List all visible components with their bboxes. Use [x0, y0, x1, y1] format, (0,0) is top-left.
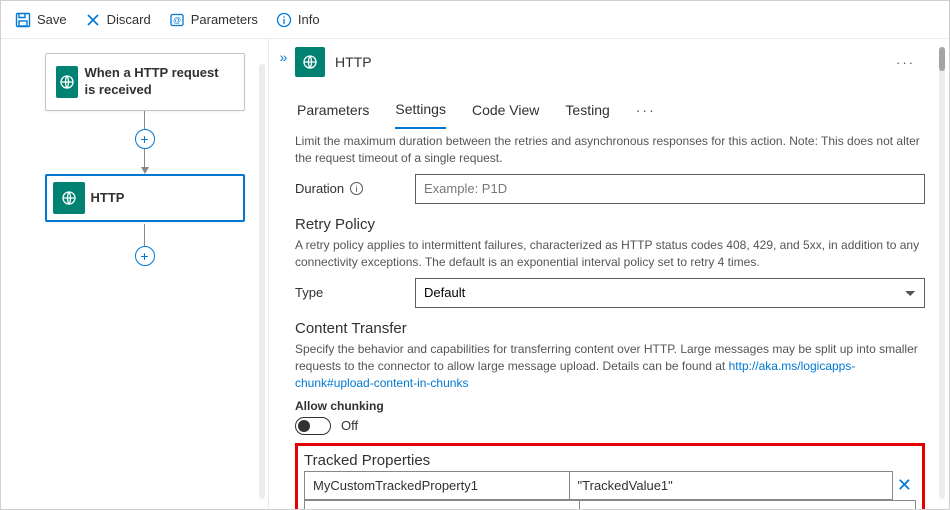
- tracked-properties-heading: Tracked Properties: [304, 452, 916, 469]
- pane-more-menu[interactable]: ···: [896, 55, 925, 70]
- content-transfer-heading: Content Transfer: [295, 320, 925, 337]
- action-timeout-help: Limit the maximum duration between the r…: [295, 133, 925, 168]
- save-button[interactable]: Save: [7, 8, 75, 32]
- connector: +: [31, 111, 258, 174]
- trigger-node[interactable]: When a HTTP request is received: [45, 53, 245, 111]
- parameters-label: Parameters: [191, 12, 258, 27]
- details-pane: » HTTP ··· Parameters Settings Code View…: [269, 39, 949, 509]
- collapse-pane-icon[interactable]: »: [280, 49, 285, 65]
- tracked-properties-section: Tracked Properties MyCustomTrackedProper…: [295, 443, 925, 509]
- duration-label: Duration i: [295, 181, 415, 196]
- tracked-property-new-row: Key Value: [305, 500, 916, 509]
- pane-http-icon: [295, 47, 325, 77]
- allow-chunking-toggle[interactable]: [295, 417, 331, 435]
- tracked-key-cell[interactable]: MyCustomTrackedProperty1: [305, 471, 570, 499]
- discard-icon: [85, 12, 101, 28]
- pane-title: HTTP: [335, 54, 372, 70]
- http-action-node-label: HTTP: [91, 190, 133, 207]
- info-icon: [276, 12, 292, 28]
- trigger-node-label: When a HTTP request is received: [84, 65, 239, 99]
- parameters-icon: @: [169, 12, 185, 28]
- delete-tracked-property-button[interactable]: ✕: [893, 475, 916, 496]
- tab-parameters[interactable]: Parameters: [297, 96, 369, 128]
- tab-settings[interactable]: Settings: [395, 95, 446, 129]
- retry-type-label: Type: [295, 285, 415, 300]
- tab-codeview[interactable]: Code View: [472, 96, 539, 128]
- info-button[interactable]: Info: [268, 8, 328, 32]
- tracked-property-row: MyCustomTrackedProperty1 "TrackedValue1": [305, 471, 893, 499]
- save-label: Save: [37, 12, 67, 27]
- http-trigger-icon: [56, 66, 79, 98]
- tracked-value-placeholder[interactable]: Value: [579, 500, 915, 509]
- retry-type-select[interactable]: Default: [415, 278, 925, 308]
- connector-2: +: [31, 224, 258, 266]
- duration-label-text: Duration: [295, 181, 344, 196]
- add-step-button[interactable]: +: [135, 129, 155, 149]
- pane-tabs: Parameters Settings Code View Testing ··…: [297, 95, 925, 129]
- allow-chunking-label: Allow chunking: [295, 399, 925, 413]
- discard-label: Discard: [107, 12, 151, 27]
- add-step-button-2[interactable]: +: [135, 246, 155, 266]
- info-icon[interactable]: i: [350, 182, 363, 195]
- tab-testing[interactable]: Testing: [565, 96, 609, 128]
- allow-chunking-state: Off: [341, 418, 358, 433]
- http-action-node[interactable]: HTTP: [45, 174, 245, 222]
- retry-policy-heading: Retry Policy: [295, 216, 925, 233]
- parameters-button[interactable]: @ Parameters: [161, 8, 266, 32]
- tab-overflow[interactable]: ···: [636, 96, 656, 128]
- http-action-icon: [53, 182, 85, 214]
- discard-button[interactable]: Discard: [77, 8, 159, 32]
- retry-policy-help: A retry policy applies to intermittent f…: [295, 237, 925, 272]
- tracked-key-placeholder[interactable]: Key: [305, 500, 580, 509]
- duration-input[interactable]: [415, 174, 925, 204]
- tracked-value-cell[interactable]: "TrackedValue1": [569, 471, 892, 499]
- content-transfer-help: Specify the behavior and capabilities fo…: [295, 341, 925, 393]
- info-label: Info: [298, 12, 320, 27]
- save-icon: [15, 12, 31, 28]
- top-toolbar: Save Discard @ Parameters Info: [1, 1, 949, 39]
- svg-text:@: @: [173, 16, 181, 25]
- designer-canvas[interactable]: When a HTTP request is received + HTTP +: [1, 39, 269, 509]
